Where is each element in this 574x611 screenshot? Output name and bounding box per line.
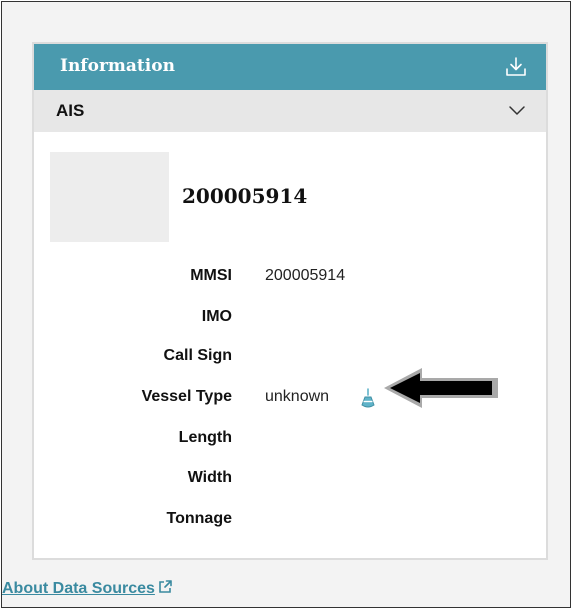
buoy-icon[interactable] — [359, 388, 377, 410]
detail-label: Call Sign — [163, 347, 232, 364]
detail-row-mmsi: MMSI 200005914 — [34, 267, 546, 291]
detail-label: Length — [178, 429, 232, 446]
footer-link-label: About Data Sources — [2, 580, 155, 597]
information-panel: Information AIS 200005914 MMSI 200005914… — [32, 42, 548, 560]
detail-value: unknown — [265, 388, 330, 405]
detail-row-imo: IMO — [34, 308, 546, 332]
chevron-down-icon[interactable] — [508, 103, 526, 117]
ais-section-toggle[interactable]: AIS — [34, 90, 546, 132]
vessel-name: 200005914 — [182, 184, 308, 208]
detail-row-tonnage: Tonnage — [34, 510, 546, 534]
detail-label: Width — [187, 469, 232, 486]
external-link-icon — [159, 580, 172, 593]
about-data-sources-link[interactable]: About Data Sources — [2, 580, 172, 598]
panel-title: Information — [60, 56, 175, 76]
detail-label: Tonnage — [166, 510, 232, 527]
detail-row-length: Length — [34, 429, 546, 453]
panel-header: Information — [34, 44, 546, 90]
detail-label: IMO — [201, 308, 232, 325]
download-icon[interactable] — [504, 55, 528, 79]
vessel-photo-placeholder — [50, 152, 169, 242]
detail-label: MMSI — [190, 267, 232, 284]
page-frame: Information AIS 200005914 MMSI 200005914… — [1, 1, 571, 608]
arrow-annotation — [384, 368, 498, 408]
detail-value: 200005914 — [265, 267, 346, 284]
detail-row-width: Width — [34, 469, 546, 493]
section-title: AIS — [56, 101, 85, 120]
detail-label: Vessel Type — [141, 388, 232, 405]
